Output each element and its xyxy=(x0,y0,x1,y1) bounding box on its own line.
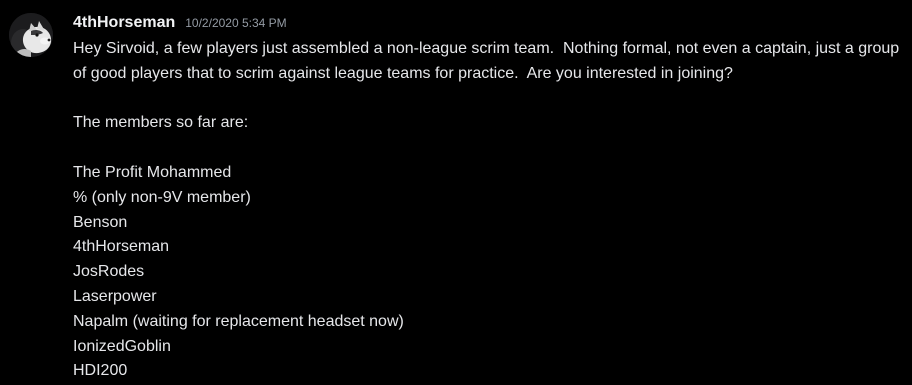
member-item: 4thHorseman xyxy=(73,238,170,256)
member-item: Napalm (waiting for replacement headset … xyxy=(73,312,404,330)
message-content: 4thHorseman 10/2/2020 5:34 PM Hey Sirvoi… xyxy=(73,12,908,384)
members-heading: The members so far are: xyxy=(73,114,249,132)
user-avatar[interactable] xyxy=(9,13,53,57)
member-item: HDI200 xyxy=(73,362,128,380)
member-item: Laserpower xyxy=(73,287,157,305)
username[interactable]: 4thHorseman xyxy=(73,14,175,31)
member-item: Benson xyxy=(73,213,128,231)
member-item: JosRodes xyxy=(73,263,145,281)
message-header: 4thHorseman 10/2/2020 5:34 PM xyxy=(73,12,908,34)
husky-dog-avatar-icon xyxy=(9,13,53,57)
member-item: % (only non-9V member) xyxy=(73,188,251,206)
timestamp[interactable]: 10/2/2020 5:34 PM xyxy=(185,16,286,30)
member-item: The Profit Mohammed xyxy=(73,163,232,181)
message-body: Hey Sirvoid, a few players just assemble… xyxy=(73,37,908,384)
chat-message: 4thHorseman 10/2/2020 5:34 PM Hey Sirvoi… xyxy=(0,0,912,385)
message-intro: Hey Sirvoid, a few players just assemble… xyxy=(73,40,904,82)
member-item: IonizedGoblin xyxy=(73,337,171,355)
